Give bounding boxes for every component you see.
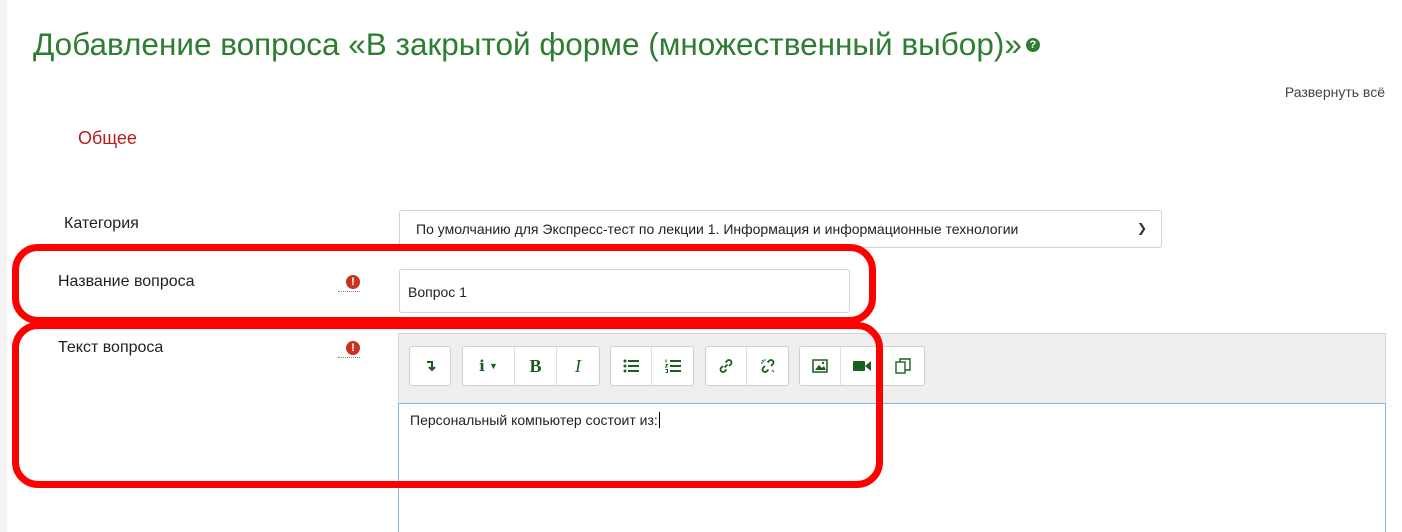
category-selected-value: По умолчанию для Экспресс-тест по лекции… [416,221,1019,237]
toolbar-group-collapse [409,346,451,386]
exclamation-circle-icon[interactable]: ! [346,341,360,355]
question-text-editor[interactable]: Персональный компьютер состоит из: [398,403,1386,532]
exclamation-circle-icon[interactable]: ! [346,275,360,289]
question-circle-icon[interactable]: ? [1025,37,1040,52]
paragraph-style-icon[interactable]: i ▼ [463,347,515,385]
unlink-icon[interactable] [747,347,788,385]
category-select[interactable]: По умолчанию для Экспресс-тест по лекции… [399,210,1162,248]
toolbar-group-style: i ▼ B I [462,346,600,386]
question-name-label: Название вопроса [58,273,195,290]
image-icon[interactable] [800,347,842,385]
question-name-input[interactable]: Вопрос 1 [399,269,850,313]
toolbar-group-links [705,346,789,386]
expand-all-link[interactable]: Развернуть всё [1285,84,1385,100]
link-icon[interactable] [706,347,748,385]
question-text-content: Персональный компьютер состоит из: [410,412,658,428]
italic-icon[interactable]: I [557,347,599,385]
text-caret [658,412,660,428]
chevron-down-icon: ❯ [1136,221,1147,235]
bold-icon[interactable]: B [515,347,557,385]
page-title: Добавление вопроса «В закрытой форме (мн… [33,24,1040,64]
toolbar-group-lists [610,346,694,386]
media-icon[interactable] [841,347,883,385]
toolbar-group-media [799,346,925,386]
left-border [0,0,7,532]
unordered-list-icon[interactable] [611,347,653,385]
manage-files-icon[interactable] [883,347,924,385]
page-title-text: Добавление вопроса «В закрытой форме (мн… [33,26,1022,62]
category-label: Категория [64,215,139,232]
expand-toolbar-icon[interactable] [410,347,450,385]
section-general-header[interactable]: Общее [78,128,137,149]
ordered-list-icon[interactable] [652,347,693,385]
required-underline [338,291,360,292]
question-text-label: Текст вопроса [58,339,164,356]
required-underline [338,357,360,358]
